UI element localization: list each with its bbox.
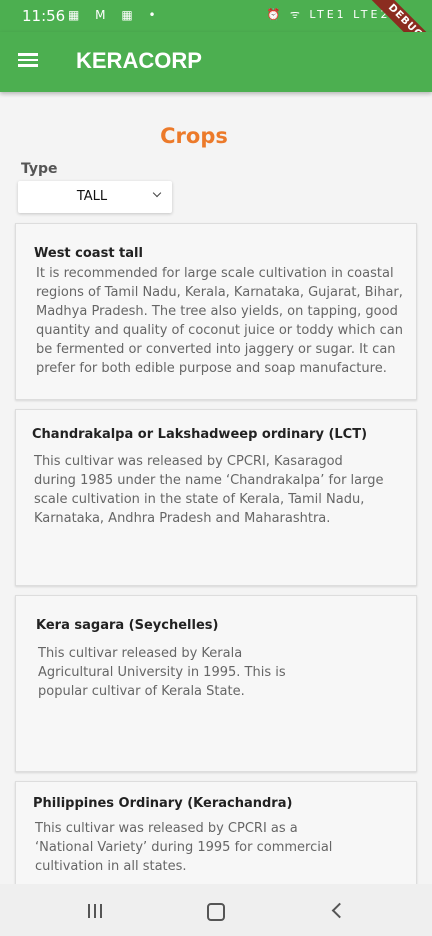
crop-card[interactable]: West coast tall It is recommended for la… bbox=[15, 223, 417, 400]
recent-apps-icon[interactable] bbox=[88, 904, 104, 918]
crop-description: This cultivar was released by CPCRI, Kas… bbox=[34, 454, 384, 526]
crop-name: Kera sagara (Seychelles) bbox=[36, 618, 219, 633]
type-label: Type bbox=[21, 161, 58, 177]
crop-name: Philippines Ordinary (Kerachandra) bbox=[33, 796, 293, 811]
back-icon[interactable] bbox=[331, 902, 348, 919]
app-title: KERACORP bbox=[76, 48, 202, 73]
crop-card[interactable]: Chandrakalpa or Lakshadweep ordinary (LC… bbox=[15, 409, 417, 586]
status-bar: 11:56 ▦ M ▦ • ⏰ ᯤ LTE1 LTE2 ▮ DEBUG bbox=[0, 0, 432, 67]
crop-card[interactable]: Kera sagara (Seychelles) This cultivar r… bbox=[15, 595, 417, 772]
crops-page[interactable]: Crops Type TALL West coast tall It is re… bbox=[0, 92, 432, 884]
home-icon[interactable] bbox=[207, 903, 225, 921]
crop-description: This cultivar released by Kerala Agricul… bbox=[38, 646, 286, 699]
type-selected-value: TALL bbox=[76, 189, 108, 204]
crop-card[interactable]: Philippines Ordinary (Kerachandra) This … bbox=[15, 781, 417, 884]
notification-icons: ▦ M ▦ • bbox=[68, 8, 162, 22]
app-bar: KERACORP bbox=[0, 32, 432, 92]
crop-name: West coast tall bbox=[34, 246, 143, 261]
type-dropdown[interactable]: TALL bbox=[18, 181, 172, 213]
crop-name: Chandrakalpa or Lakshadweep ordinary (LC… bbox=[32, 427, 368, 442]
crop-description: This cultivar was released by CPCRI as a… bbox=[35, 821, 333, 874]
status-time: 11:56 bbox=[22, 7, 66, 25]
system-nav-bar bbox=[0, 884, 432, 936]
page-title: Crops bbox=[160, 124, 228, 148]
crop-description: It is recommended for large scale cultiv… bbox=[36, 266, 404, 376]
menu-icon[interactable] bbox=[18, 50, 42, 74]
